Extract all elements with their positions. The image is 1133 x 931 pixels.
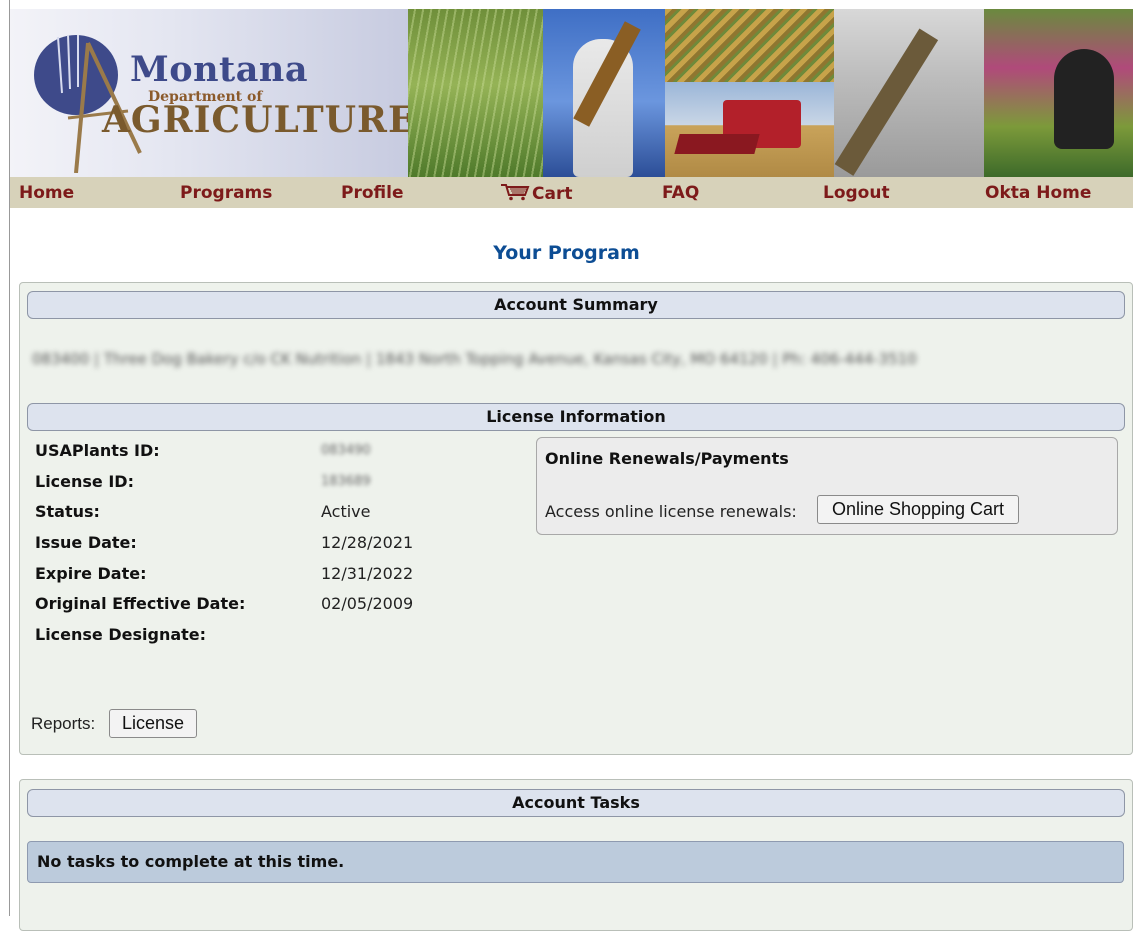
account-tasks-header: Account Tasks [27,789,1125,817]
expire-date-label: Expire Date: [35,564,147,583]
status-value: Active [321,502,371,521]
nav-logout[interactable]: Logout [823,183,890,203]
license-designate-label: License Designate: [35,625,207,644]
nav-programs[interactable]: Programs [180,183,272,203]
online-renewals-text: Access online license renewals: [545,502,797,521]
main-nav: Home Programs Profile Cart FAQ Logout Ok… [10,177,1133,208]
beekeeper-photo [543,9,665,177]
status-label: Status: [35,502,100,521]
logo-agriculture-text: AGRICULTURE [102,99,417,141]
original-effective-date-label: Original Effective Date: [35,594,246,613]
nav-profile[interactable]: Profile [341,183,403,203]
nav-home[interactable]: Home [19,183,74,203]
combine-harvester-photo [665,82,834,177]
license-id-value: 183689 [321,474,371,489]
issue-date-label: Issue Date: [35,533,137,552]
usaplants-id-value: 083490 [321,443,371,458]
reports-label: Reports: [31,714,96,733]
farmers-market-photo [984,9,1133,177]
nav-faq[interactable]: FAQ [662,183,699,203]
license-id-label: License ID: [35,472,134,491]
logo-montana-text: Montana [130,49,309,90]
nav-cart[interactable]: Cart [500,183,572,204]
online-renewals-title: Online Renewals/Payments [545,449,789,468]
montana-state-logo-icon [34,34,142,173]
grain-photo [665,9,834,82]
grain-combine-photos [665,9,834,177]
issue-date-value: 12/28/2021 [321,533,414,552]
wheat-field-photo [408,9,543,177]
header-banner: Montana Department of AGRICULTURE [10,9,1133,177]
nav-okta-home[interactable]: Okta Home [985,183,1091,203]
license-information-header: License Information [27,403,1125,431]
license-report-button[interactable]: License [109,709,197,738]
nav-cart-label: Cart [532,184,573,204]
online-shopping-cart-button[interactable]: Online Shopping Cart [817,495,1019,524]
mda-logo[interactable]: Montana Department of AGRICULTURE [10,9,415,177]
conveyor-photo [834,9,984,177]
program-panel: Account Summary 083400 | Three Dog Baker… [19,282,1133,755]
online-renewals-box: Online Renewals/Payments Access online l… [536,437,1118,535]
no-tasks-message: No tasks to complete at this time. [27,841,1124,883]
expire-date-value: 12/31/2022 [321,564,414,583]
original-effective-date-value: 02/05/2009 [321,594,414,613]
account-tasks-panel: Account Tasks No tasks to complete at th… [19,779,1133,931]
page-title: Your Program [493,242,640,264]
account-summary-header: Account Summary [27,291,1125,319]
shopping-cart-icon [501,184,530,201]
account-details-redacted: 083400 | Three Dog Bakery c/o CK Nutriti… [32,350,917,368]
no-tasks-text: No tasks to complete at this time. [37,852,345,871]
usaplants-id-label: USAPlants ID: [35,441,160,460]
